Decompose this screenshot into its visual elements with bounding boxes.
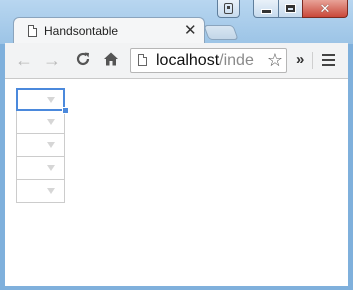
dropdown-arrow-icon[interactable] xyxy=(47,165,55,171)
forward-arrow-icon[interactable]: → xyxy=(43,51,61,69)
minimize-icon xyxy=(260,9,272,14)
dropdown-arrow-icon[interactable] xyxy=(47,188,55,194)
dropdown-cell[interactable] xyxy=(16,157,65,180)
dropdown-arrow-icon[interactable] xyxy=(47,119,55,125)
new-tab-button[interactable] xyxy=(203,25,239,40)
menu-icon[interactable] xyxy=(322,54,335,69)
page-viewport xyxy=(5,79,348,286)
browser-window: ✕ Handsontable ✕ ← → localhost/inde ☆ » xyxy=(0,0,353,290)
dropdown-cell[interactable] xyxy=(16,134,65,157)
dropdown-arrow-icon[interactable] xyxy=(47,142,55,148)
extensions-overflow-icon[interactable]: » xyxy=(296,51,304,68)
dropdown-cell[interactable] xyxy=(16,180,65,203)
tab-close-icon[interactable]: ✕ xyxy=(184,21,197,39)
toolbar-divider xyxy=(312,52,313,69)
close-icon: ✕ xyxy=(319,1,331,16)
url-host: localhost xyxy=(156,52,220,69)
maximize-icon xyxy=(285,4,296,13)
tab-handsontable[interactable]: Handsontable ✕ xyxy=(13,17,205,44)
handsontable-grid[interactable] xyxy=(16,88,69,203)
url-text[interactable]: localhost/inde xyxy=(156,52,254,70)
fill-handle[interactable] xyxy=(62,107,69,114)
reload-icon[interactable] xyxy=(75,51,91,70)
back-arrow-icon[interactable]: ← xyxy=(15,51,33,69)
url-path: /inde xyxy=(219,52,254,69)
bookmark-star-icon[interactable]: ☆ xyxy=(265,50,283,71)
document-icon xyxy=(28,25,37,37)
user-icon xyxy=(224,3,233,14)
dropdown-cell[interactable] xyxy=(16,88,65,111)
close-window-button[interactable]: ✕ xyxy=(302,0,348,18)
tab-title: Handsontable xyxy=(44,24,119,38)
dropdown-arrow-icon[interactable] xyxy=(47,97,55,103)
home-icon[interactable] xyxy=(103,51,119,70)
maximize-button[interactable] xyxy=(278,0,303,18)
dropdown-cell[interactable] xyxy=(16,111,65,134)
minimize-button[interactable] xyxy=(253,0,279,18)
user-profile-button[interactable] xyxy=(217,0,240,18)
page-icon xyxy=(138,54,147,66)
address-bar[interactable]: localhost/inde ☆ xyxy=(130,48,287,73)
browser-toolbar: ← → localhost/inde ☆ » xyxy=(5,43,348,79)
